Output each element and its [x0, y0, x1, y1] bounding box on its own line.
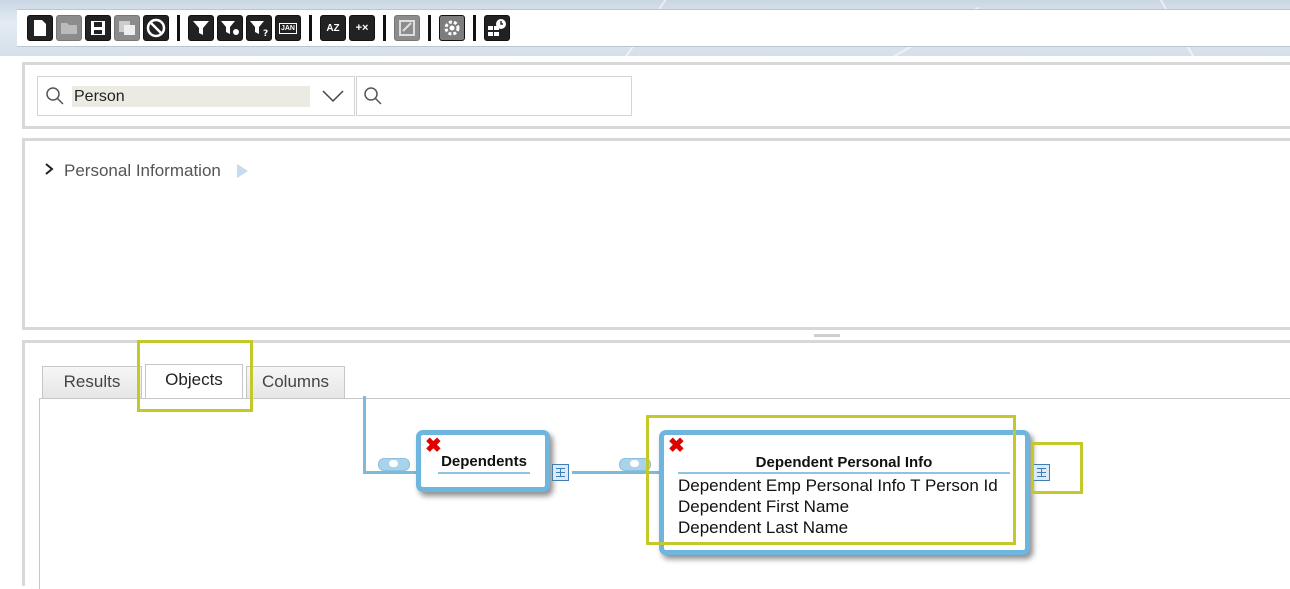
search-icon — [363, 86, 383, 111]
toolbar-separator — [309, 15, 312, 41]
object-tree-panel: Personal Information — [22, 138, 1290, 330]
calendar-icon: JAN — [278, 22, 297, 34]
tab-results[interactable]: Results — [42, 366, 142, 398]
schedule-button[interactable] — [484, 15, 510, 41]
play-arrow-icon[interactable] — [236, 164, 248, 178]
open-folder-button[interactable] — [56, 15, 82, 41]
combo-value[interactable]: Person — [72, 86, 310, 107]
filter-help-button[interactable]: ? — [246, 15, 272, 41]
cancel-button[interactable] — [143, 15, 169, 41]
tab-content-border — [39, 398, 1290, 399]
main-toolbar: ? JAN AZ +× — [17, 9, 1290, 47]
toolbar-separator — [428, 15, 431, 41]
save-button[interactable] — [85, 15, 111, 41]
toolbar-separator — [473, 15, 476, 41]
date-filter-button[interactable]: JAN — [275, 15, 301, 41]
table-grid-icon[interactable] — [552, 464, 569, 481]
tab-columns[interactable]: Columns — [246, 366, 345, 398]
settings-button[interactable] — [439, 15, 465, 41]
sort-az-icon: AZ — [326, 22, 340, 34]
tree-node-label: Personal Information — [64, 161, 221, 180]
panel-splitter-handle[interactable] — [814, 334, 840, 337]
save-as-button[interactable] — [114, 15, 140, 41]
diagram-connector — [363, 471, 420, 474]
filter-settings-button[interactable] — [217, 15, 243, 41]
calculator-button[interactable]: +× — [349, 15, 375, 41]
toolbar-separator — [383, 15, 386, 41]
tree-node-personal-information[interactable]: Personal Information — [45, 161, 248, 181]
table-grid-icon[interactable] — [1033, 464, 1050, 481]
join-link-icon[interactable] — [378, 458, 410, 471]
entity-dependents[interactable]: ✖ Dependents — [416, 430, 550, 492]
toolbar-separator — [177, 15, 180, 41]
sort-button[interactable]: AZ — [320, 15, 346, 41]
tab-objects[interactable]: Objects — [145, 364, 243, 398]
object-type-combo[interactable]: Person — [37, 76, 355, 116]
join-link-icon[interactable] — [619, 458, 651, 471]
entity-title: Dependents — [438, 453, 530, 474]
tab-label: Results — [63, 372, 121, 391]
filter-button[interactable] — [188, 15, 214, 41]
search-input[interactable] — [389, 85, 629, 109]
search-icon — [45, 86, 65, 111]
entity-field[interactable]: Dependent Emp Personal Info T Person Id — [678, 476, 998, 496]
transform-button[interactable] — [394, 15, 420, 41]
tab-label: Objects — [165, 370, 223, 389]
entity-title: Dependent Personal Info — [678, 454, 1010, 474]
svg-text:?: ? — [263, 29, 268, 37]
new-document-button[interactable] — [27, 15, 53, 41]
remove-icon[interactable]: ✖ — [668, 436, 685, 456]
tab-label: Columns — [261, 372, 330, 391]
diagram-connector — [363, 396, 366, 474]
entity-dependent-personal-info[interactable]: ✖ Dependent Personal Info Dependent Emp … — [659, 430, 1030, 555]
diagram-connector — [572, 471, 660, 474]
entity-field[interactable]: Dependent Last Name — [678, 518, 848, 538]
tab-content-border — [39, 398, 40, 589]
results-panel: Results Objects Columns — [22, 340, 1290, 589]
chevron-down-icon[interactable] — [322, 89, 344, 108]
search-panel: Person — [22, 62, 1290, 129]
chevron-right-icon[interactable] — [45, 162, 54, 180]
search-field[interactable] — [356, 76, 632, 116]
calculator-icon: +× — [355, 22, 369, 34]
entity-field[interactable]: Dependent First Name — [678, 497, 849, 517]
